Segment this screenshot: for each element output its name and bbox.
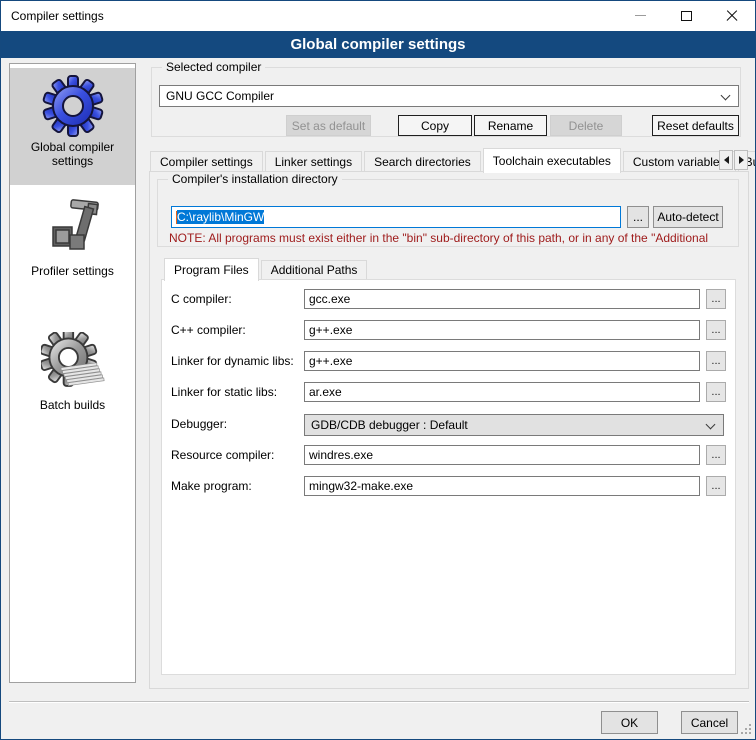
browse-button[interactable]: ... <box>706 351 726 371</box>
window-title: Compiler settings <box>11 9 104 23</box>
triangle-right-icon <box>739 156 744 164</box>
set-as-default-button[interactable]: Set as default <box>286 115 371 136</box>
compiler-settings-dialog: Compiler settings Global compiler settin… <box>0 0 756 740</box>
browse-button[interactable]: ... <box>706 289 726 309</box>
delete-button[interactable]: Delete <box>550 115 622 136</box>
sidebar-item-label: Global compiler settings <box>17 140 129 168</box>
main-tabstrip: Compiler settings Linker settings Search… <box>150 147 756 172</box>
tab-linker-settings[interactable]: Linker settings <box>265 151 362 172</box>
resource-compiler-input[interactable]: windres.exe <box>304 445 700 465</box>
rename-button[interactable]: Rename <box>474 115 547 136</box>
field-label: Make program: <box>171 479 252 493</box>
make-program-input[interactable]: mingw32-make.exe <box>304 476 700 496</box>
resize-grip-icon[interactable] <box>740 724 751 735</box>
cpp-compiler-input[interactable]: g++.exe <box>304 320 700 340</box>
triangle-left-icon <box>724 156 729 164</box>
tab-toolchain-executables[interactable]: Toolchain executables <box>483 148 621 173</box>
sidebar-item-label: Batch builds <box>17 398 129 412</box>
minimize-button[interactable] <box>617 1 663 30</box>
sidebar-item-label: Profiler settings <box>17 264 129 278</box>
titlebar[interactable]: Compiler settings <box>1 1 755 31</box>
maximize-icon <box>681 11 692 21</box>
browse-button[interactable]: ... <box>706 382 726 402</box>
tab-scroll-right-button[interactable] <box>734 150 748 170</box>
field-label: Linker for static libs: <box>171 385 277 399</box>
minimize-icon <box>635 15 646 16</box>
tab-program-files[interactable]: Program Files <box>164 258 259 281</box>
debugger-value: GDB/CDB debugger : Default <box>311 418 468 432</box>
install-dir-input[interactable]: C:\raylib\MinGW <box>171 206 621 228</box>
page-title: Global compiler settings <box>290 36 465 53</box>
c-compiler-input[interactable]: gcc.exe <box>304 289 700 309</box>
field-label: C++ compiler: <box>171 323 246 337</box>
settings-sidebar: Global compiler settings Profiler settin… <box>9 63 136 683</box>
install-dir-value: C:\raylib\MinGW <box>177 210 264 224</box>
chevron-down-icon <box>706 420 716 430</box>
static-linker-input[interactable]: ar.exe <box>304 382 700 402</box>
copy-button[interactable]: Copy <box>398 115 472 136</box>
close-button[interactable] <box>709 1 755 30</box>
bin-note-text: NOTE: All programs must exist either in … <box>169 231 731 245</box>
browse-button[interactable]: ... <box>706 445 726 465</box>
field-label: Resource compiler: <box>171 448 274 462</box>
field-label: Debugger: <box>171 417 227 431</box>
field-label: C compiler: <box>171 292 232 306</box>
maximize-button[interactable] <box>663 1 709 30</box>
group-label: Selected compiler <box>162 60 265 74</box>
profiler-caliper-icon <box>41 198 105 262</box>
reset-defaults-button[interactable]: Reset defaults <box>652 115 739 136</box>
browse-button[interactable]: ... <box>706 320 726 340</box>
dialog-header: Global compiler settings <box>1 31 755 58</box>
auto-detect-button[interactable]: Auto-detect <box>653 206 723 228</box>
install-dir-browse-button[interactable]: ... <box>627 206 649 228</box>
tab-additional-paths[interactable]: Additional Paths <box>261 260 368 280</box>
sidebar-item-global-compiler-settings[interactable]: Global compiler settings <box>10 68 135 185</box>
close-icon <box>725 9 739 23</box>
tab-compiler-settings[interactable]: Compiler settings <box>150 151 263 172</box>
debugger-select[interactable]: GDB/CDB debugger : Default <box>304 414 724 436</box>
blue-gear-icon <box>41 74 105 138</box>
sidebar-item-profiler-settings[interactable]: Profiler settings <box>10 192 135 292</box>
chevron-down-icon <box>721 91 731 101</box>
browse-button[interactable]: ... <box>706 476 726 496</box>
batch-builds-icon <box>41 332 105 396</box>
tab-scroll-left-button[interactable] <box>719 150 733 170</box>
selected-compiler-select[interactable]: GNU GCC Compiler <box>159 85 739 107</box>
ok-button[interactable]: OK <box>601 711 658 734</box>
field-label: Linker for dynamic libs: <box>171 354 294 368</box>
group-label: Compiler's installation directory <box>168 172 342 186</box>
footer-divider <box>9 701 749 703</box>
inner-tabstrip: Program Files Additional Paths <box>164 257 369 280</box>
window-controls <box>617 1 755 30</box>
cancel-button[interactable]: Cancel <box>681 711 738 734</box>
selected-compiler-value: GNU GCC Compiler <box>166 89 274 103</box>
sidebar-item-batch-builds[interactable]: Batch builds <box>10 326 135 426</box>
dynamic-linker-input[interactable]: g++.exe <box>304 351 700 371</box>
tab-search-directories[interactable]: Search directories <box>364 151 481 172</box>
